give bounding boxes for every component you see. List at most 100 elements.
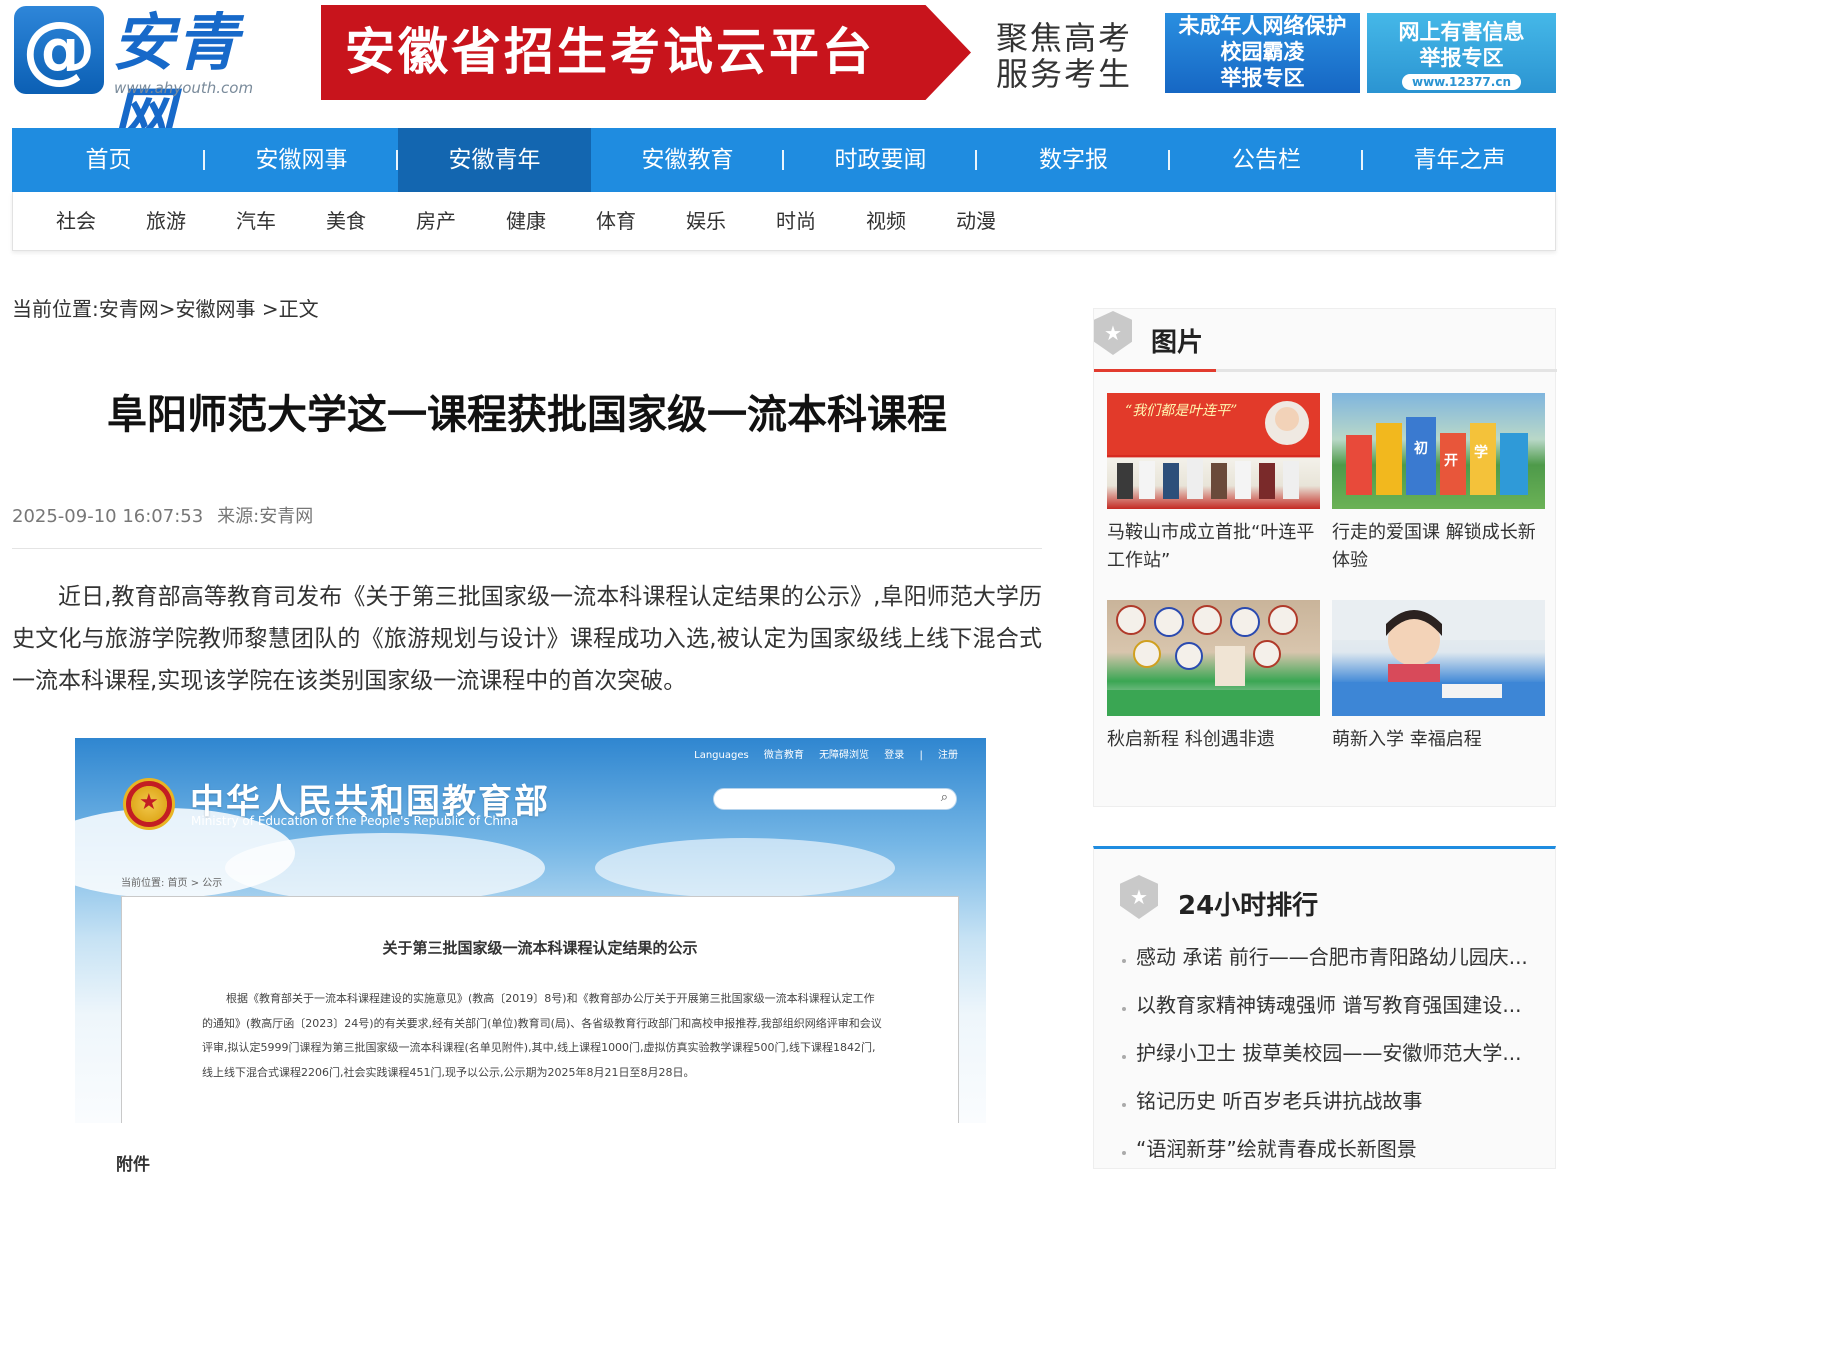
breadcrumb-current: 正文 (278, 297, 319, 321)
svg-text:学: 学 (1474, 444, 1488, 461)
subnav-item-society[interactable]: 社会 (31, 192, 121, 250)
exam-banner-slogan-line2: 服务考生 (996, 55, 1133, 93)
badge1-line1: 未成年人网络保护 (1178, 14, 1347, 38)
badge2-line2: 举报专区 (1419, 46, 1504, 70)
subnav-item-anime[interactable]: 动漫 (931, 192, 1021, 250)
embed-site-subtitle: Ministry of Education of the People's Re… (191, 814, 519, 828)
site-header: @ 安青网 www.ahyouth.com 安徽省招生考试云平台 聚焦高考 服务… (0, 0, 1568, 153)
badge2-line1: 网上有害信息 (1398, 20, 1525, 44)
star-icon: ★ (1104, 321, 1122, 345)
breadcrumb-prefix: 当前位置: (12, 297, 99, 321)
nav-item-youth-voice[interactable]: 青年之声 (1363, 128, 1556, 192)
sub-nav: 社会 旅游 汽车 美食 房产 健康 体育 娱乐 时尚 视频 动漫 (12, 192, 1556, 251)
bullet-icon (1122, 1007, 1126, 1011)
article-meta: 2025-09-10 16:07:53 来源:安青网 (12, 502, 327, 528)
picture-thumbnail-art: “我们都是叶连平” (1107, 393, 1320, 499)
rank-item-title[interactable]: 以教育家精神铸魂强师 谱写教育强国建设... (1136, 993, 1521, 1017)
article-body: 近日,教育部高等教育司发布《关于第三批国家级一流本科课程认定结果的公示》,阜阳师… (12, 584, 1042, 694)
embed-search-box: ⌕ (713, 788, 957, 810)
subnav-item-entertainment[interactable]: 娱乐 (661, 192, 751, 250)
picture-thumbnail-art (1107, 605, 1320, 716)
nav-item-label: 青年之声 (1413, 147, 1506, 173)
pictures-heading: 图片 (1151, 328, 1204, 358)
picture-thumbnail[interactable] (1332, 600, 1545, 716)
svg-text:初: 初 (1414, 440, 1428, 457)
harmful-info-report-badge[interactable]: 网上有害信息 举报专区 www.12377.cn (1367, 13, 1556, 93)
emblem-star-icon: ★ (139, 790, 159, 815)
nav-item-anhui-youth[interactable]: 安徽青年 (398, 128, 591, 192)
rank-list-item[interactable]: 感动 承诺 前行——合肥市青阳路幼儿园庆... (1122, 941, 1542, 989)
main-nav: 首页 安徽网事 安徽青年 安徽教育 时政要闻 数字报 公告栏 青年之声 (12, 128, 1556, 192)
breadcrumb-home-link[interactable]: 安青网 (99, 297, 159, 321)
rank-item-title[interactable]: “语润新芽”绘就青春成长新图景 (1136, 1137, 1417, 1161)
subnav-item-food[interactable]: 美食 (301, 192, 391, 250)
rank-item-title[interactable]: 铭记历史 听百岁老兵讲抗战故事 (1136, 1089, 1422, 1113)
rank-list-item[interactable]: 以教育家精神铸魂强师 谱写教育强国建设... (1122, 989, 1542, 1037)
site-logo[interactable]: @ 安青网 www.ahyouth.com (14, 6, 284, 153)
exam-banner-slogan[interactable]: 聚焦高考 服务考生 (996, 20, 1136, 92)
picture-caption[interactable]: 行走的爱国课 解锁成长新体验 (1332, 519, 1545, 575)
nav-item-label: 公告栏 (1232, 147, 1301, 173)
picture-thumbnail-art (1332, 600, 1545, 716)
embed-link: 登录 (884, 750, 905, 761)
exam-banner-slogan-line1: 聚焦高考 (996, 19, 1133, 57)
breadcrumb: 当前位置:安青网>安徽网事 >正文 (12, 293, 319, 322)
rank-24h-heading: 24小时排行 (1178, 891, 1319, 921)
embed-notice-title: 关于第三批国家级一流本科课程认定结果的公示 (382, 939, 698, 957)
embed-breadcrumb: 当前位置: 首页 > 公示 (121, 878, 223, 889)
picture-thumbnail[interactable] (1107, 600, 1320, 716)
national-emblem-icon: ★ (123, 778, 175, 830)
minor-protection-report-badge[interactable]: 未成年人网络保护 校园霸凌 举报专区 (1165, 13, 1360, 93)
exam-platform-banner[interactable]: 安徽省招生考试云平台 (321, 5, 971, 100)
bullet-icon (1122, 1103, 1126, 1107)
embed-link: 微言教育 (763, 750, 804, 761)
embed-link: Languages (694, 750, 749, 761)
subnav-item-realestate[interactable]: 房产 (391, 192, 481, 250)
rank-item-title[interactable]: 感动 承诺 前行——合肥市青阳路幼儿园庆... (1136, 945, 1528, 969)
breadcrumb-separator: > (255, 297, 279, 321)
embed-notice-box: 关于第三批国家级一流本科课程认定结果的公示 根据《教育部关于一流本科课程建设的实… (121, 896, 959, 1123)
svg-text:“我们都是叶连平”: “我们都是叶连平” (1125, 403, 1237, 419)
picture-caption[interactable]: 萌新入学 幸福启程 (1332, 726, 1545, 754)
nav-item-label: 时政要闻 (834, 147, 927, 173)
subnav-item-video[interactable]: 视频 (841, 192, 931, 250)
rank-list-item[interactable]: “语润新芽”绘就青春成长新图景 (1122, 1133, 1542, 1181)
cloud-shape (595, 838, 895, 898)
subnav-item-health[interactable]: 健康 (481, 192, 571, 250)
breadcrumb-separator: > (158, 297, 176, 321)
search-icon: ⌕ (940, 790, 948, 805)
picture-caption[interactable]: 马鞍山市成立首批“叶连平工作站” (1107, 519, 1320, 575)
nav-item-anhui-education[interactable]: 安徽教育 (591, 128, 784, 192)
rank-item-title[interactable]: 护绿小卫士 拔草美校园——安徽师范大学... (1136, 1041, 1521, 1065)
article-image-moe-notice: Languages 微言教育 无障碍浏览 登录 | 注册 ★ 中华人民共和国教育… (75, 738, 986, 1123)
nav-item-label: 首页 (85, 147, 132, 173)
star-shield-icon: ★ (1120, 875, 1158, 919)
rank-list-item[interactable]: 护绿小卫士 拔草美校园——安徽师范大学... (1122, 1037, 1542, 1085)
rank-list: 感动 承诺 前行——合肥市青阳路幼儿园庆... 以教育家精神铸魂强师 谱写教育强… (1122, 941, 1542, 1181)
bullet-icon (1122, 1151, 1126, 1155)
subnav-item-sports[interactable]: 体育 (571, 192, 661, 250)
rank-list-item[interactable]: 铭记历史 听百岁老兵讲抗战故事 (1122, 1085, 1542, 1133)
picture-thumbnail-art: 初 开 学 (1346, 417, 1528, 495)
subnav-item-travel[interactable]: 旅游 (121, 192, 211, 250)
embed-top-links: Languages 微言教育 无障碍浏览 登录 | 注册 (682, 746, 958, 761)
subnav-item-fashion[interactable]: 时尚 (751, 192, 841, 250)
article-title: 阜阳师范大学这一课程获批国家级一流本科课程 (107, 392, 947, 438)
subnav-item-auto[interactable]: 汽车 (211, 192, 301, 250)
nav-item-anhui-news[interactable]: 安徽网事 (205, 128, 398, 192)
nav-item-label: 数字报 (1039, 147, 1108, 173)
picture-thumbnail[interactable]: “我们都是叶连平” (1107, 393, 1320, 509)
badge2-url: www.12377.cn (1401, 74, 1521, 90)
picture-thumbnail[interactable]: 初 开 学 (1332, 393, 1545, 509)
nav-item-politics[interactable]: 时政要闻 (784, 128, 977, 192)
nav-item-digital-paper[interactable]: 数字报 (977, 128, 1170, 192)
article-source: 来源:安青网 (217, 506, 314, 527)
embed-link: 注册 (938, 750, 958, 761)
nav-item-label: 安徽网事 (255, 147, 348, 173)
breadcrumb-section-link[interactable]: 安徽网事 (176, 297, 256, 321)
embed-notice-text: 根据《教育部关于一流本科课程建设的实施意见》(教高〔2019〕8号)和《教育部办… (202, 992, 882, 1079)
picture-caption[interactable]: 秋启新程 科创遇非遗 (1107, 726, 1320, 754)
nav-item-notices[interactable]: 公告栏 (1170, 128, 1363, 192)
nav-item-home[interactable]: 首页 (12, 128, 205, 192)
star-icon: ★ (1130, 885, 1148, 909)
